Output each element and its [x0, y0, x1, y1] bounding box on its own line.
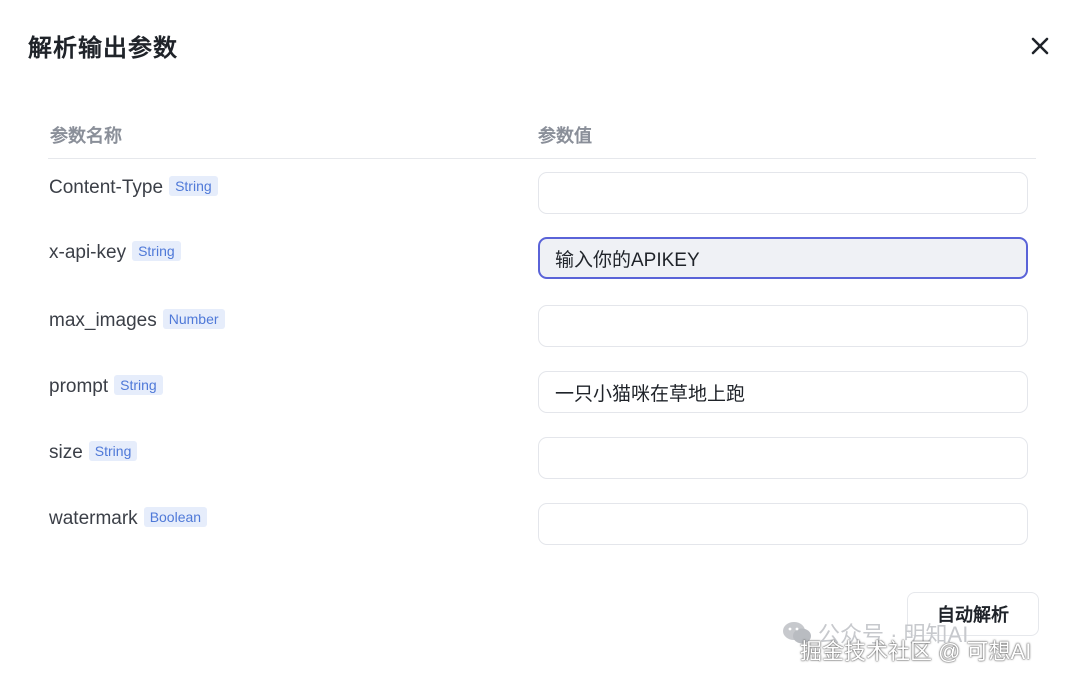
param-type-tag: String: [132, 241, 181, 261]
param-type-tag: String: [114, 375, 163, 395]
param-value-input[interactable]: [538, 503, 1028, 545]
param-value-input[interactable]: [538, 305, 1028, 347]
param-name: watermark Boolean: [49, 507, 208, 530]
dialog-title: 解析输出参数: [28, 35, 178, 62]
header-param-name: 参数名称: [50, 126, 122, 146]
param-name-label: size: [49, 442, 83, 463]
param-name-label: Content-Type: [49, 177, 164, 198]
param-type-tag: Number: [162, 309, 225, 329]
param-name-label: prompt: [49, 376, 109, 397]
param-name: Content-Type String: [49, 176, 218, 199]
param-row-content-type: Content-Type String: [48, 172, 1036, 216]
param-row-size: size String: [48, 437, 1036, 481]
param-name: x-api-key String: [49, 241, 181, 264]
watermark-juejin: 掘金技术社区 @ 可想AI: [800, 639, 1032, 664]
param-row-max-images: max_images Number: [48, 305, 1036, 349]
param-type-tag: String: [169, 176, 218, 196]
param-value-input[interactable]: [538, 437, 1028, 479]
param-row-watermark: watermark Boolean: [48, 503, 1036, 547]
param-value-input[interactable]: [538, 237, 1028, 279]
param-name-label: x-api-key: [49, 242, 127, 263]
table-header: 参数名称 参数值: [48, 118, 1036, 159]
param-type-tag: String: [88, 441, 138, 461]
param-name-label: watermark: [49, 508, 138, 529]
param-value-input[interactable]: [538, 371, 1028, 413]
close-icon: [1031, 37, 1049, 55]
close-button[interactable]: [1026, 32, 1054, 60]
param-row-prompt: prompt String: [48, 371, 1036, 415]
param-type-tag: Boolean: [143, 507, 208, 527]
param-name: prompt String: [49, 375, 163, 398]
param-name-label: max_images: [49, 310, 157, 331]
param-name: size String: [49, 441, 138, 464]
param-name: max_images Number: [49, 309, 225, 332]
param-row-x-api-key: x-api-key String: [48, 237, 1036, 281]
header-param-value: 参数值: [538, 126, 592, 146]
param-value-input[interactable]: [538, 172, 1028, 214]
